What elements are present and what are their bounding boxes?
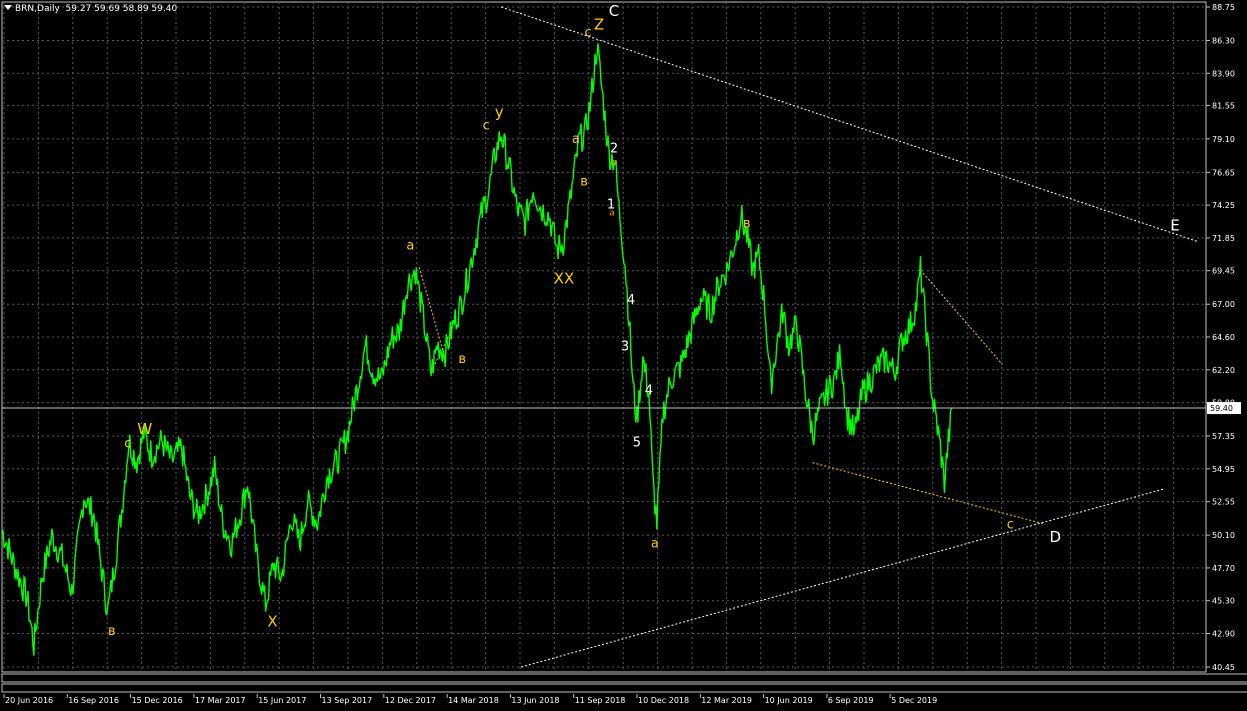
wave-label: c <box>584 25 591 40</box>
wave-label: в <box>458 352 466 367</box>
y-tick-label: 79.10 <box>1212 135 1235 144</box>
x-tick-label: 5 Dec 2019 <box>891 696 937 705</box>
wave-label: a <box>406 239 414 254</box>
symbol-label: BRN,Daily <box>15 4 60 14</box>
wave-label: 5 <box>633 435 641 450</box>
x-tick-label: 13 Sep 2017 <box>322 696 373 705</box>
wave-label: D <box>1049 528 1061 546</box>
wave-label: c <box>1007 517 1014 532</box>
wave-label: W <box>137 420 152 438</box>
x-tick-label: 10 Jun 2019 <box>765 696 813 705</box>
scrollbar-track <box>1 673 1247 683</box>
y-tick-label: 69.45 <box>1212 267 1235 276</box>
y-tick-label: 76.65 <box>1212 168 1235 177</box>
y-tick-label: 81.55 <box>1212 101 1235 110</box>
wave-label: a <box>572 132 580 147</box>
y-tick-label: 57.35 <box>1212 432 1235 441</box>
y-tick-label: 47.70 <box>1212 564 1235 573</box>
y-tick-label: 50.10 <box>1212 531 1235 540</box>
price-series-line <box>1 43 953 656</box>
dropdown-arrow-icon[interactable] <box>4 5 12 10</box>
x-tick-label: 10 Dec 2018 <box>638 696 689 705</box>
wave-label: a <box>651 536 659 551</box>
ohlc-values: 59.27 59.69 58.89 59.40 <box>65 4 178 14</box>
y-tick-label: 67.00 <box>1212 300 1235 309</box>
y-tick-label: 54.95 <box>1212 465 1235 474</box>
wave-label: 4 <box>627 293 635 308</box>
y-tick-label: 45.30 <box>1212 597 1235 606</box>
y-tick-label: 71.85 <box>1212 234 1235 243</box>
trendline <box>812 462 1046 525</box>
x-tick-label: 17 Mar 2017 <box>195 696 246 705</box>
chart-window[interactable]: 88.75 86.30 83.90 81.55 79.10 76.65 74.25 71.85… <box>0 0 1247 711</box>
wave-label: a <box>609 208 615 218</box>
x-tick-label: 13 Jun 2018 <box>511 696 559 705</box>
wave-label: XX <box>554 270 575 288</box>
wave-label: в <box>108 624 116 639</box>
x-tick-label: 11 Sep 2018 <box>575 696 626 705</box>
y-tick-label: 88.75 <box>1212 3 1235 12</box>
chart-title: BRN,Daily 59.27 59.69 58.89 59.40 <box>4 4 177 14</box>
wave-label: в <box>612 158 617 168</box>
wave-label: в <box>580 174 588 189</box>
wave-label: в <box>743 217 751 232</box>
wave-label: y <box>495 103 504 121</box>
x-tick-label: 14 Mar 2018 <box>448 696 499 705</box>
wave-label: X <box>267 613 277 631</box>
y-tick-label: 74.25 <box>1212 201 1235 210</box>
x-tick-label: 15 Dec 2016 <box>132 696 183 705</box>
x-tick-label: 6 Sep 2019 <box>828 696 874 705</box>
y-tick-label: 52.55 <box>1212 498 1235 507</box>
y-tick-label: 83.90 <box>1212 69 1235 78</box>
wave-label: 3 <box>621 340 629 355</box>
scrollbar-track-2 <box>1 683 1247 693</box>
x-tick-label: 12 Mar 2019 <box>701 696 752 705</box>
wave-label: Z <box>594 16 604 34</box>
y-tick-label: 42.90 <box>1212 630 1235 639</box>
y-tick-label: 40.45 <box>1212 663 1235 672</box>
y-tick-label: 62.20 <box>1212 366 1235 375</box>
wave-label: E <box>1170 216 1179 234</box>
current-price-label: 59.40 <box>1210 404 1233 413</box>
x-tick-label: 20 Jun 2016 <box>5 696 53 705</box>
wave-label: C <box>609 2 619 20</box>
y-tick-label: 64.60 <box>1212 333 1235 342</box>
wave-label: 2 <box>610 142 618 157</box>
wave-label: 4 <box>645 383 653 398</box>
trendline <box>521 488 1166 668</box>
x-tick-label: 12 Dec 2017 <box>385 696 436 705</box>
x-tick-label: 16 Sep 2016 <box>68 696 119 705</box>
wave-label: c <box>483 118 490 133</box>
x-tick-label: 15 Jun 2017 <box>258 696 306 705</box>
wave-label: c <box>124 437 131 452</box>
price-chart[interactable]: 88.75 86.30 83.90 81.55 79.10 76.65 74.25 71.85… <box>0 0 1247 711</box>
y-tick-label: 86.30 <box>1212 36 1235 45</box>
